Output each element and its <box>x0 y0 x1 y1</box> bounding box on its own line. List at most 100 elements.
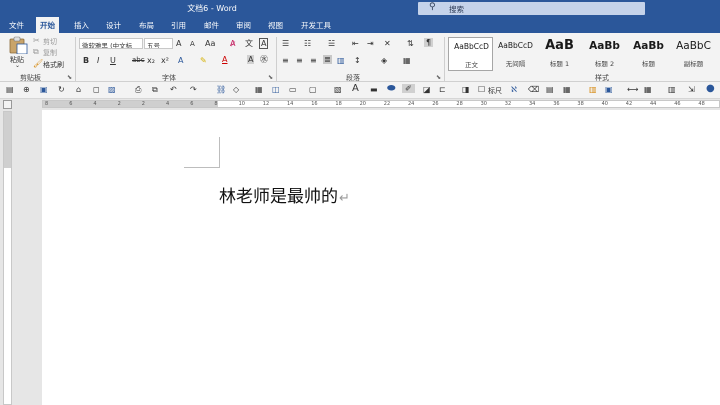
screenshot-icon[interactable]: ▢ <box>309 85 317 94</box>
tab-mailings[interactable]: 邮件 <box>204 20 219 31</box>
cut-label[interactable]: 剪切 <box>43 37 57 47</box>
font-name-combo[interactable]: 微软雅黑 (中文标 <box>79 38 143 49</box>
font-size-combo[interactable]: 五号 <box>144 38 173 49</box>
spell-icon[interactable]: ℵ <box>511 85 517 94</box>
format-painter-qat-icon[interactable]: ✐ <box>402 84 415 93</box>
list-view-icon[interactable]: ▤ <box>546 85 554 94</box>
phonetic-guide-icon[interactable]: 文 <box>245 39 253 48</box>
comment-icon[interactable]: ◪ <box>423 85 431 94</box>
highlight-icon[interactable]: ✎ <box>200 56 207 65</box>
paragraph-launcher-icon[interactable]: ⬊ <box>436 74 441 81</box>
shapes-icon[interactable]: ◇ <box>233 85 239 94</box>
tab-selector[interactable] <box>3 100 12 109</box>
clear-format-icon[interactable]: A̷ <box>230 39 235 48</box>
number-format-icon[interactable]: ▥ <box>668 85 676 94</box>
align-right-icon[interactable]: ≡ <box>310 56 317 65</box>
copy-doc-icon[interactable]: ⧉ <box>152 85 158 94</box>
char-border-icon[interactable]: A <box>259 38 269 49</box>
borders-icon[interactable]: ▦ <box>403 56 411 65</box>
paragraph-shading-icon[interactable]: ◈ <box>381 56 387 65</box>
symbol-icon[interactable]: ⊏ <box>439 85 446 94</box>
wordart-icon[interactable]: A <box>352 84 359 94</box>
numbering-icon[interactable]: ☷ <box>304 39 311 48</box>
copy-icon[interactable]: ⧉ <box>33 47 39 56</box>
format-painter-label[interactable]: 格式刷 <box>43 60 64 70</box>
redo-icon[interactable]: ↷ <box>190 85 197 94</box>
chart-icon[interactable]: ▦ <box>255 85 263 94</box>
multilevel-list-icon[interactable]: ☱ <box>328 39 335 48</box>
style-title[interactable]: AaBb 标题 <box>626 37 671 71</box>
tab-design[interactable]: 设计 <box>106 20 121 31</box>
increase-indent-icon[interactable]: ⇥ <box>367 39 374 48</box>
enclosed-char-icon[interactable]: ㊌ <box>260 55 268 64</box>
tab-insert[interactable]: 插入 <box>74 20 89 31</box>
circle-shape-icon[interactable]: ● <box>706 84 715 94</box>
document-body-text[interactable]: 林老师是最帅的↵ <box>219 182 350 207</box>
new-doc-icon[interactable]: ◻ <box>93 85 100 94</box>
sort-icon[interactable]: ⇅ <box>407 39 414 48</box>
chinese-layout-icon[interactable]: ✕ <box>384 39 391 48</box>
show-marks-icon[interactable]: ¶ <box>424 38 434 47</box>
document-paragraph[interactable]: 林老师是最帅的 <box>219 187 338 207</box>
shrink-font-icon[interactable]: A <box>190 40 195 49</box>
copy-label[interactable]: 复制 <box>43 48 57 58</box>
refresh-icon[interactable]: ↻ <box>58 85 65 94</box>
vertical-ruler[interactable] <box>3 111 12 405</box>
style-subtitle[interactable]: AaBbC 副标题 <box>671 37 716 71</box>
zoom-icon[interactable]: ⊕ <box>23 85 30 94</box>
page-view-icon[interactable]: ◨ <box>462 85 470 94</box>
align-left-icon[interactable]: ≡ <box>282 56 289 65</box>
calendar-icon[interactable]: ▦ <box>644 85 652 94</box>
tab-file[interactable]: 文件 <box>9 20 24 31</box>
justify-icon[interactable]: ≣ <box>323 55 332 64</box>
tab-home[interactable]: 开始 <box>36 17 59 33</box>
style-no-spacing[interactable]: AaBbCcD 无间隔 <box>493 37 538 71</box>
paste-button[interactable]: 粘贴 ⌄ <box>6 36 30 70</box>
width-icon[interactable]: ⟷ <box>627 85 638 94</box>
print-preview-icon[interactable]: ⎙ <box>135 85 141 94</box>
underline-button[interactable]: U <box>110 56 116 65</box>
horizontal-ruler[interactable]: 8 6 4 2 2 4 6 8 10 12 14 16 18 20 22 24 26 28 30 32 34 36 38 40… <box>42 100 720 108</box>
font-launcher-icon[interactable]: ⬊ <box>268 74 273 81</box>
smartart-icon[interactable]: ◫ <box>272 85 280 94</box>
ruler-checkbox[interactable]: ☐ <box>478 85 485 94</box>
style-heading-1[interactable]: AaB 标题 1 <box>537 37 582 71</box>
cut-icon[interactable]: ✂ <box>33 36 40 45</box>
layout-icon[interactable]: ▤ <box>6 85 14 94</box>
undo-icon[interactable]: ↶ <box>170 85 177 94</box>
italic-button[interactable]: I <box>97 56 99 65</box>
bullets-icon[interactable]: ☰ <box>282 39 289 48</box>
header-icon[interactable]: ▬ <box>370 85 378 94</box>
tab-references[interactable]: 引用 <box>171 20 186 31</box>
textbox-icon[interactable]: ▧ <box>334 85 342 94</box>
doc-save-icon[interactable]: ▣ <box>605 85 613 94</box>
tab-view[interactable]: 视图 <box>268 20 283 31</box>
tab-developer[interactable]: 开发工具 <box>301 20 331 31</box>
picture-icon[interactable]: ▨ <box>108 85 116 94</box>
char-shading-button[interactable]: A <box>247 55 255 64</box>
superscript-button[interactable]: x² <box>161 56 169 65</box>
align-center-icon[interactable]: ≡ <box>296 56 303 65</box>
eraser-icon[interactable]: ⌫ <box>528 85 539 94</box>
strikethrough-button[interactable]: abc <box>132 56 145 65</box>
style-heading-2[interactable]: AaBb 标题 2 <box>582 37 627 71</box>
change-case-icon[interactable]: Aa <box>205 39 215 48</box>
table-icon[interactable]: ▭ <box>289 85 297 94</box>
clipboard-qat-icon[interactable]: ▥ <box>589 85 597 94</box>
style-normal[interactable]: AaBbCcD 正文 <box>448 37 493 71</box>
search-box[interactable]: ⚲ 搜索 <box>418 2 645 15</box>
text-effect-button[interactable]: A <box>178 56 183 65</box>
bold-button[interactable]: B <box>83 56 89 65</box>
clipboard-launcher-icon[interactable]: ⬊ <box>67 74 72 81</box>
oval-shape-icon[interactable]: ⬬ <box>387 84 396 94</box>
distribute-icon[interactable]: ▥ <box>337 56 345 65</box>
document-page[interactable]: 林老师是最帅的↵ <box>42 110 720 405</box>
border-grid-icon[interactable]: ▦ <box>563 85 571 94</box>
format-painter-icon[interactable]: 🖌 <box>33 59 43 68</box>
link-icon[interactable]: ⛓ <box>216 85 226 94</box>
open-folder-icon[interactable]: ⌂ <box>76 85 81 94</box>
font-color-button[interactable]: A <box>222 55 227 64</box>
tab-layout[interactable]: 布局 <box>139 20 154 31</box>
decrease-indent-icon[interactable]: ⇤ <box>352 39 359 48</box>
save-icon[interactable]: ▣ <box>40 85 48 94</box>
